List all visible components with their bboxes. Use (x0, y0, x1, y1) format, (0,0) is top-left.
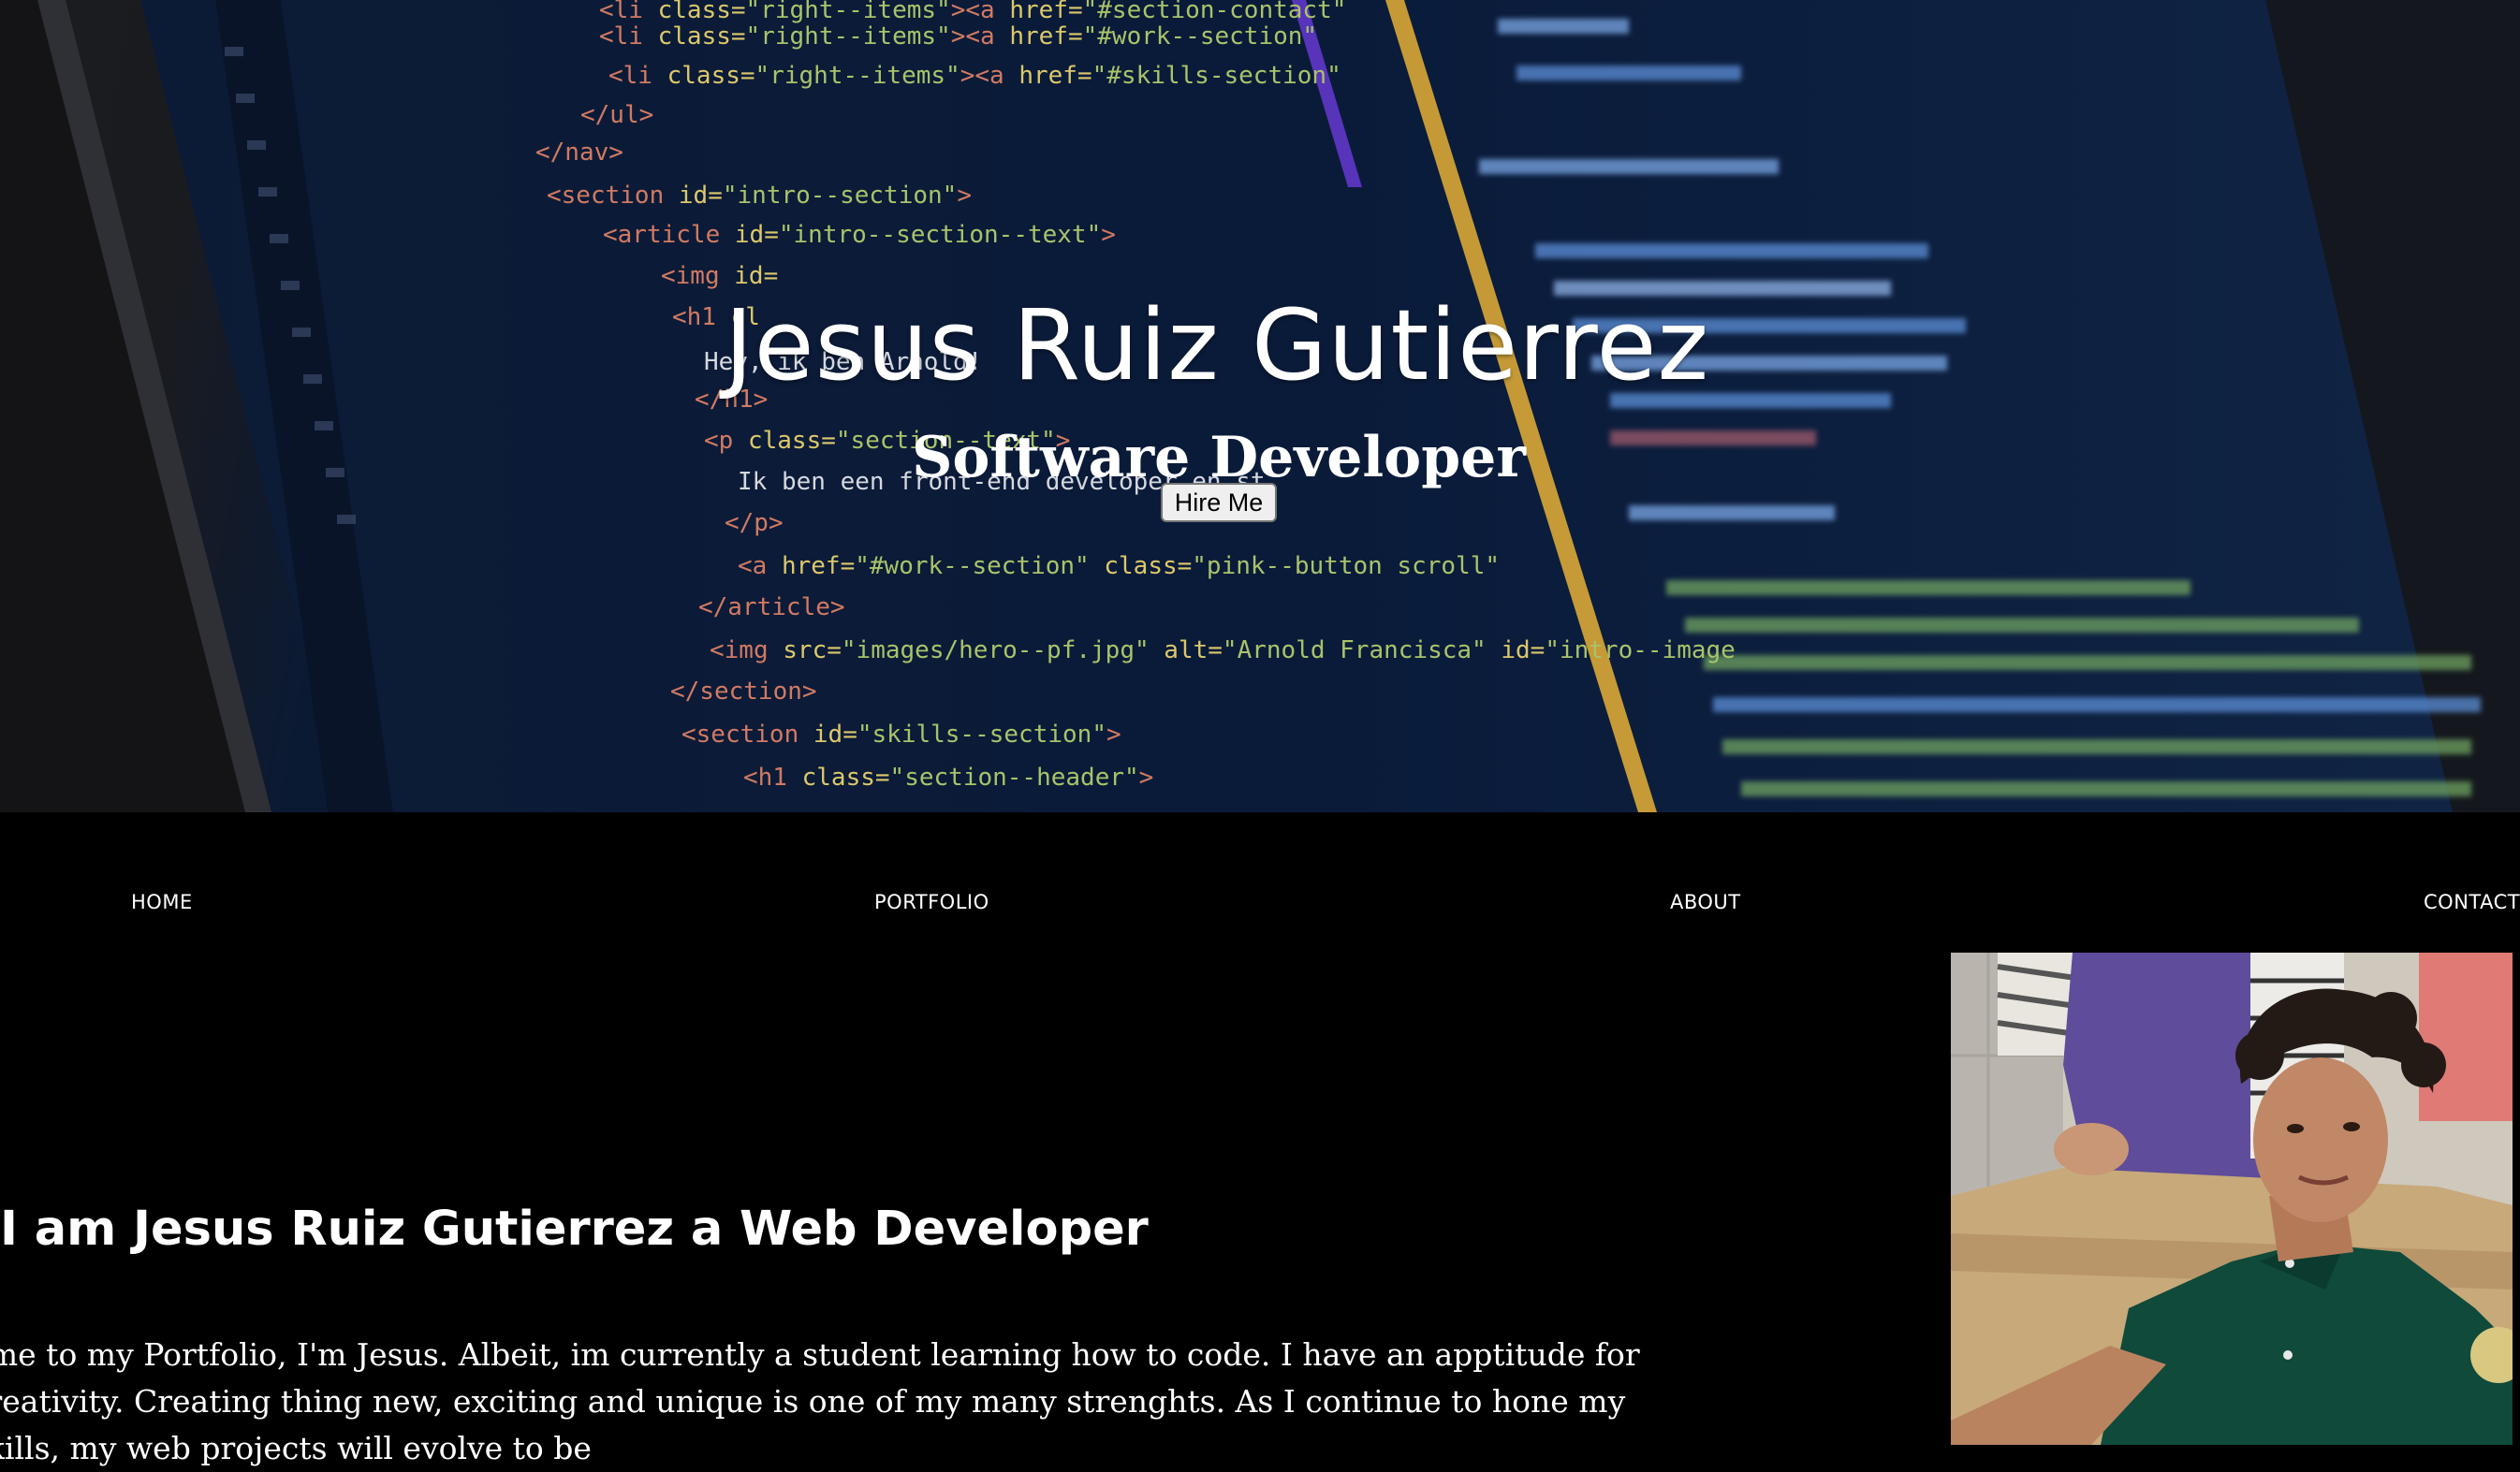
hero-code-overlay: <li class="right--items"><a href="#secti… (535, 0, 1736, 792)
nav-about-link[interactable]: ABOUT (1670, 891, 1741, 913)
hero-title: Jesus Ruiz Gutierrez (724, 287, 1710, 402)
hero-section: <li class="right--items"><a href="#secti… (0, 0, 2520, 812)
profile-photo (1951, 953, 2513, 1445)
nav-home-link[interactable]: HOME (131, 891, 193, 913)
nav-contact-link[interactable]: CONTACT (2424, 891, 2520, 913)
hire-me-button[interactable]: Hire Me (1161, 483, 1277, 522)
main-nav: HOME PORTFOLIO ABOUT CONTACT (0, 812, 2520, 953)
nav-portfolio-link[interactable]: PORTFOLIO (874, 891, 989, 913)
hero-subtitle: Software Developer (912, 424, 1526, 490)
about-heading: I am Jesus Ruiz Gutierrez a Web Develope… (0, 1202, 1149, 1257)
about-paragraph: ome to my Portfolio, I'm Jesus. Albeit, … (0, 1336, 1640, 1466)
